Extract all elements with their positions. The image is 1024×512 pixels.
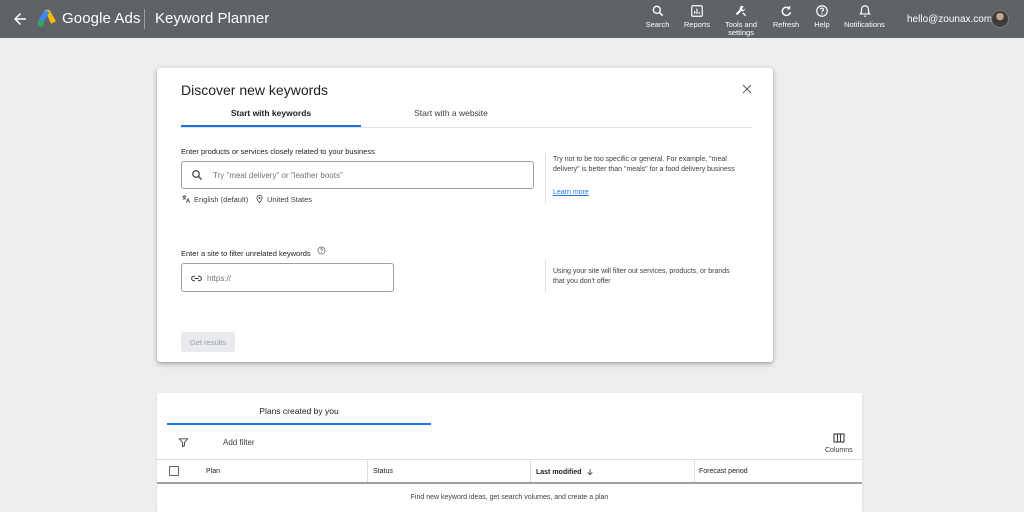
language-selector[interactable]: English (default) bbox=[181, 194, 248, 204]
filter-icon[interactable] bbox=[178, 437, 189, 448]
search-icon bbox=[192, 170, 202, 180]
plans-panel: Plans created by you Add filter Columns … bbox=[157, 393, 862, 512]
site-input-box[interactable] bbox=[181, 263, 394, 292]
search-icon bbox=[652, 5, 663, 17]
keywords-input[interactable] bbox=[213, 169, 513, 181]
tab-plans-created-by-you[interactable]: Plans created by you bbox=[167, 406, 431, 416]
close-icon[interactable] bbox=[741, 83, 753, 95]
site-input[interactable] bbox=[207, 272, 377, 284]
help-icon[interactable] bbox=[317, 246, 326, 255]
tools-and-settings-button[interactable]: Tools and settings bbox=[722, 4, 760, 37]
notifications-button[interactable]: Notifications bbox=[841, 4, 888, 29]
column-divider bbox=[694, 460, 695, 482]
learn-more-link[interactable]: Learn more bbox=[553, 189, 589, 196]
keywords-hint: Try not to be too specific or general. F… bbox=[553, 156, 735, 173]
page-title: Keyword Planner bbox=[155, 10, 270, 27]
empty-state-message: Find new keyword ideas, get search volum… bbox=[410, 494, 609, 501]
brand-name: Google Ads bbox=[62, 10, 141, 27]
reports-icon bbox=[691, 5, 703, 17]
discover-keywords-dialog: Discover new keywords Start with keyword… bbox=[157, 68, 773, 362]
column-header-status[interactable]: Status bbox=[373, 468, 393, 475]
sort-arrow-down-icon bbox=[586, 469, 593, 476]
select-all-checkbox[interactable] bbox=[169, 466, 179, 476]
tab-start-with-website[interactable]: Start with a website bbox=[361, 108, 541, 118]
search-tool-button[interactable]: Search bbox=[645, 4, 670, 29]
plans-table-header: Plan Status Last modified Forecast perio… bbox=[157, 460, 862, 484]
site-hint-divider bbox=[545, 260, 546, 292]
translate-icon bbox=[182, 195, 191, 203]
site-hint: Using your site will filter out services… bbox=[553, 268, 730, 285]
tab-start-with-keywords[interactable]: Start with keywords bbox=[181, 108, 361, 118]
columns-icon bbox=[833, 433, 845, 443]
active-tab-indicator bbox=[167, 423, 431, 425]
tab-divider bbox=[181, 127, 752, 128]
column-divider bbox=[367, 460, 368, 482]
add-filter-button[interactable]: Add filter bbox=[223, 438, 255, 447]
location-selector[interactable]: United States bbox=[255, 194, 312, 204]
refresh-icon bbox=[781, 5, 792, 17]
wrench-icon bbox=[735, 5, 747, 17]
column-divider bbox=[530, 460, 531, 482]
columns-button[interactable]: Columns bbox=[825, 433, 853, 454]
reports-button[interactable]: Reports bbox=[682, 4, 712, 29]
location-pin-icon bbox=[256, 194, 263, 204]
refresh-button[interactable]: Refresh bbox=[771, 4, 801, 29]
column-header-plan[interactable]: Plan bbox=[206, 468, 220, 475]
hint-divider bbox=[545, 153, 546, 203]
keywords-label: Enter products or services closely relat… bbox=[181, 147, 375, 156]
avatar[interactable] bbox=[991, 10, 1009, 28]
header-divider bbox=[144, 9, 145, 29]
column-header-forecast-period[interactable]: Forecast period bbox=[699, 468, 748, 475]
dialog-title: Discover new keywords bbox=[181, 82, 329, 98]
back-arrow-icon[interactable] bbox=[11, 10, 29, 28]
get-results-button[interactable]: Get results bbox=[181, 332, 235, 352]
help-icon bbox=[816, 5, 828, 17]
bell-icon bbox=[858, 5, 871, 17]
site-label: Enter a site to filter unrelated keyword… bbox=[181, 249, 311, 258]
link-icon bbox=[191, 275, 202, 282]
account-email[interactable]: hello@zounax.com bbox=[907, 14, 992, 25]
keywords-input-box[interactable] bbox=[181, 161, 534, 189]
top-bar: Google Ads Keyword Planner Search Report… bbox=[0, 0, 1024, 38]
google-ads-logo-icon bbox=[37, 9, 56, 27]
help-button[interactable]: Help bbox=[811, 4, 833, 29]
column-header-last-modified[interactable]: Last modified bbox=[536, 468, 594, 476]
